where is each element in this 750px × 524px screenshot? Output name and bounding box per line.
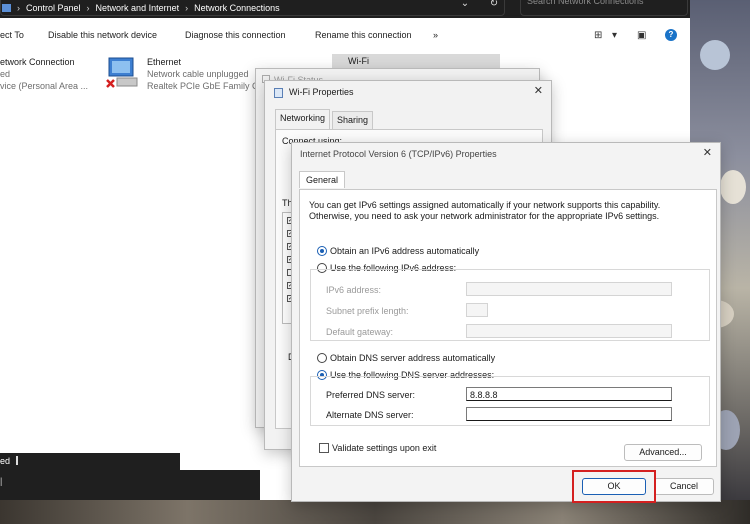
adapter-device: vice (Personal Area ... xyxy=(0,81,89,91)
validate-settings-option[interactable]: Validate settings upon exit xyxy=(319,443,436,453)
chevron-right-icon: › xyxy=(185,3,189,13)
rename-button[interactable]: Rename this connection xyxy=(315,30,412,40)
preview-pane-icon[interactable]: ▣ xyxy=(637,30,646,41)
status-bar: ed xyxy=(0,453,180,470)
dialog-title: Wi-Fi Properties xyxy=(289,87,354,97)
network-adapter-icon xyxy=(274,88,283,98)
option-label: Obtain DNS server address automatically xyxy=(330,353,496,363)
disable-device-button[interactable]: Disable this network device xyxy=(48,30,157,40)
status-text: ed xyxy=(0,456,11,466)
connect-to-button[interactable]: ect To xyxy=(0,30,24,40)
breadcrumb-network-internet[interactable]: Network and Internet xyxy=(96,3,180,13)
obtain-ipv6-auto-option[interactable]: Obtain an IPv6 address automatically xyxy=(317,246,479,256)
alternate-dns-label: Alternate DNS server: xyxy=(326,410,414,420)
ok-highlight-annotation xyxy=(572,470,656,503)
refresh-icon[interactable]: ↻ xyxy=(487,0,501,12)
adapter-name: Wi-Fi xyxy=(348,56,369,66)
option-label: Obtain an IPv6 address automatically xyxy=(330,246,480,256)
adapter-ethernet[interactable]: Ethernet Network cable unplugged Realtek… xyxy=(147,56,259,92)
taskbar-area: | xyxy=(0,470,260,500)
tab-bar: Networking Sharing xyxy=(275,109,375,129)
tab-sharing[interactable]: Sharing xyxy=(332,111,374,129)
adapter-device: Realtek PCIe GbE Family C xyxy=(147,81,259,91)
diagnose-button[interactable]: Diagnose this connection xyxy=(185,30,286,40)
chevron-right-icon: › xyxy=(86,3,90,13)
alternate-dns-field[interactable] xyxy=(466,407,672,421)
breadcrumb: › Control Panel › Network and Internet ›… xyxy=(0,0,284,16)
chevron-down-icon[interactable]: ⌄ xyxy=(458,0,472,12)
wallpaper-flower xyxy=(700,40,730,70)
scroll-marker: | xyxy=(0,476,3,486)
help-icon[interactable]: ? xyxy=(665,29,677,41)
preferred-dns-label: Preferred DNS server: xyxy=(326,390,416,400)
close-icon[interactable]: ✕ xyxy=(534,84,543,97)
breadcrumb-control-panel[interactable]: Control Panel xyxy=(26,3,81,13)
preferred-dns-field[interactable]: 8.8.8.8 xyxy=(466,387,672,401)
general-panel: You can get IPv6 settings assigned autom… xyxy=(299,189,717,467)
advanced-button[interactable]: Advanced... xyxy=(624,444,702,461)
close-icon[interactable]: ✕ xyxy=(703,146,712,159)
subnet-prefix-field[interactable] xyxy=(466,303,488,317)
desktop-wallpaper-bottom xyxy=(0,500,750,524)
tab-general[interactable]: General xyxy=(299,171,346,188)
option-label: Validate settings upon exit xyxy=(332,443,437,453)
ipv6-address-field[interactable] xyxy=(466,282,672,296)
address-bar: › Control Panel › Network and Internet ›… xyxy=(0,0,690,18)
view-options-icon[interactable]: ⊞ xyxy=(594,30,602,41)
breadcrumb-network-connections[interactable]: Network Connections xyxy=(194,3,280,13)
more-commands-button[interactable]: » xyxy=(433,30,438,40)
radio-button[interactable] xyxy=(317,246,327,256)
ipv6-properties-dialog: Internet Protocol Version 6 (TCP/IPv6) P… xyxy=(291,142,721,502)
checkbox[interactable] xyxy=(319,443,329,453)
default-gateway-label: Default gateway: xyxy=(326,327,394,337)
tab-networking[interactable]: Networking xyxy=(275,109,331,129)
adapter-bluetooth[interactable]: etwork Connection ed vice (Personal Area… xyxy=(0,56,88,92)
chevron-right-icon: › xyxy=(17,3,20,13)
obtain-dns-auto-option[interactable]: Obtain DNS server address automatically xyxy=(317,353,495,363)
default-gateway-field[interactable] xyxy=(466,324,672,338)
radio-button[interactable] xyxy=(317,353,327,363)
ethernet-adapter-icon[interactable] xyxy=(105,56,138,88)
adapter-status: ed xyxy=(0,69,11,79)
subnet-prefix-label: Subnet prefix length: xyxy=(326,306,409,316)
cancel-button[interactable]: Cancel xyxy=(654,478,714,495)
search-input[interactable]: Search Network Connections xyxy=(520,0,688,16)
adapter-status: Network cable unplugged xyxy=(147,69,249,79)
adapter-name: Ethernet xyxy=(147,57,182,67)
wallpaper-flower xyxy=(720,170,746,204)
ipv6-address-label: IPv6 address: xyxy=(326,285,382,295)
adapter-name: etwork Connection xyxy=(0,57,75,67)
text-cursor xyxy=(16,456,19,465)
control-panel-icon xyxy=(2,4,11,12)
command-bar: ect To Disable this network device Diagn… xyxy=(0,24,690,48)
intro-text: You can get IPv6 settings assigned autom… xyxy=(309,200,661,221)
dialog-title: Internet Protocol Version 6 (TCP/IPv6) P… xyxy=(300,149,497,159)
chevron-down-icon[interactable]: ▾ xyxy=(612,30,617,41)
